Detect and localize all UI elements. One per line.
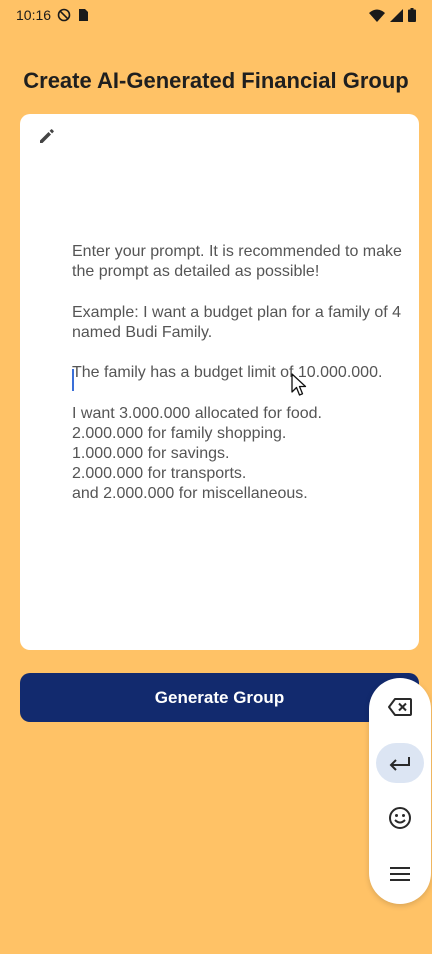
generate-group-label: Generate Group [154, 687, 285, 707]
sd-card-icon [79, 9, 89, 21]
status-right [369, 8, 416, 22]
backspace-button[interactable] [376, 687, 424, 727]
edit-icon[interactable] [37, 126, 57, 146]
text-cursor [72, 369, 74, 391]
menu-icon [390, 867, 410, 881]
generate-group-button[interactable]: Generate Group [20, 673, 419, 722]
emoji-button[interactable] [376, 798, 424, 838]
signal-icon [390, 8, 403, 22]
status-left: 10:16 [16, 7, 89, 23]
page-title: Create AI-Generated Financial Group [23, 68, 409, 93]
status-time: 10:16 [16, 7, 52, 23]
battery-icon [408, 8, 416, 22]
backspace-icon [388, 698, 412, 716]
wifi-icon [369, 9, 385, 22]
enter-button[interactable] [376, 743, 424, 783]
menu-button[interactable] [376, 854, 424, 894]
floating-keyboard-toolbar [369, 678, 431, 904]
prompt-textarea[interactable]: Enter your prompt. It is recommended to … [72, 242, 402, 505]
enter-icon [389, 757, 410, 771]
vpn-icon [57, 8, 71, 22]
mouse-pointer-icon [291, 373, 307, 396]
status-bar: 10:16 [0, 0, 432, 30]
emoji-icon [389, 807, 411, 829]
prompt-card[interactable]: Enter your prompt. It is recommended to … [20, 114, 419, 650]
